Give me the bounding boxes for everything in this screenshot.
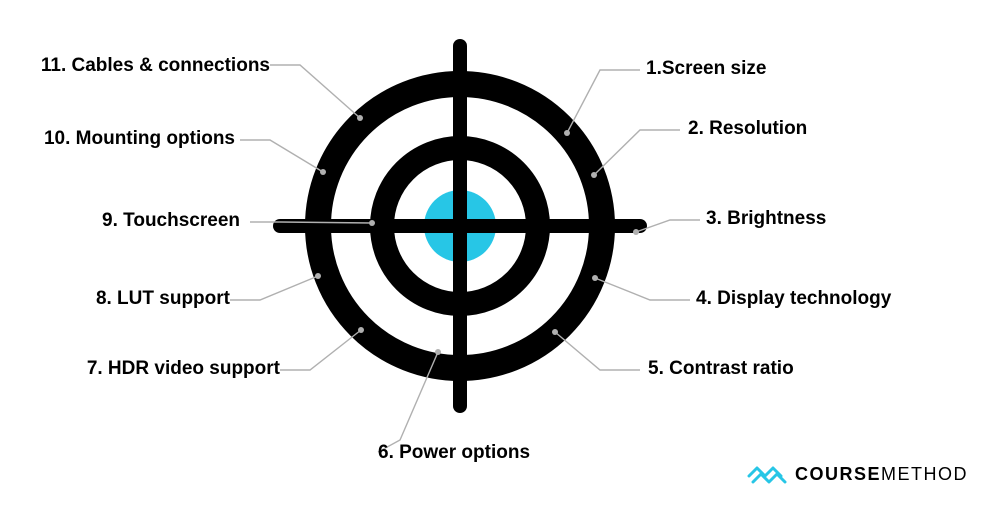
label-contrast-ratio: 5. Contrast ratio xyxy=(648,358,794,380)
label-lut-support: 8. LUT support xyxy=(30,288,230,310)
diagram-stage: 1.Screen size 2. Resolution 3. Brightnes… xyxy=(0,0,1000,506)
label-hdr-video-support: 7. HDR video support xyxy=(80,358,280,380)
label-screen-size: 1.Screen size xyxy=(646,58,766,80)
brand-logo: COURSEMETHOD xyxy=(747,460,968,488)
brand-text-second: METHOD xyxy=(881,464,968,484)
brand-mark-icon xyxy=(747,460,787,488)
label-touchscreen: 9. Touchscreen xyxy=(40,210,240,232)
brand-text-first: COURSE xyxy=(795,464,881,484)
label-resolution: 2. Resolution xyxy=(688,118,807,140)
label-mounting-options: 10. Mounting options xyxy=(10,128,235,150)
brand-text: COURSEMETHOD xyxy=(795,464,968,485)
label-cables-connections: 11. Cables & connections xyxy=(30,55,270,77)
label-power-options: 6. Power options xyxy=(378,442,530,464)
label-brightness: 3. Brightness xyxy=(706,208,826,230)
label-display-technology: 4. Display technology xyxy=(696,288,891,310)
